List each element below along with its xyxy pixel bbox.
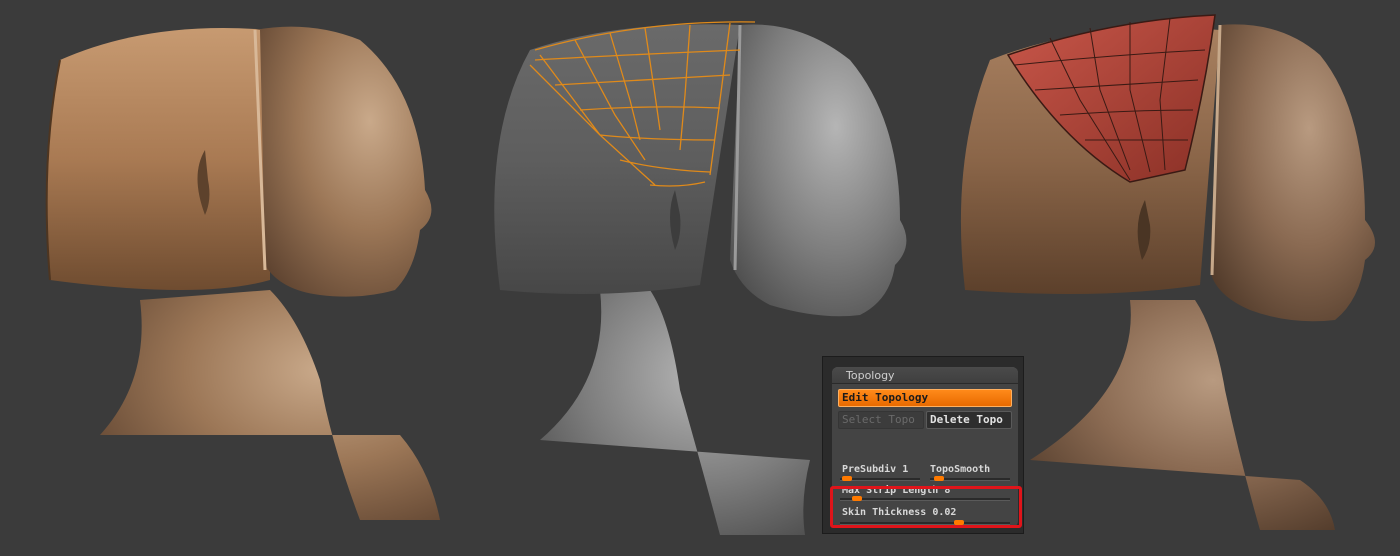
presubdiv-value: 1 bbox=[902, 464, 909, 475]
toposmooth-track[interactable] bbox=[930, 476, 1010, 481]
viewport-canvas: Topology Edit Topology Select Topo Delet… bbox=[0, 0, 1400, 556]
presubdiv-knob[interactable] bbox=[842, 476, 852, 481]
select-topo-button[interactable]: Select Topo bbox=[838, 411, 924, 429]
delete-topo-button[interactable]: Delete Topo bbox=[926, 411, 1012, 429]
head-model-left bbox=[45, 26, 440, 520]
viewport-render bbox=[45, 14, 1375, 535]
skin-thickness-highlight bbox=[830, 486, 1022, 528]
toposmooth-knob[interactable] bbox=[934, 476, 944, 481]
toposmooth-label: TopoSmooth bbox=[930, 464, 991, 475]
presubdiv-label-text: PreSubdiv bbox=[842, 464, 897, 475]
edit-topology-button[interactable]: Edit Topology bbox=[838, 389, 1012, 407]
presubdiv-track[interactable] bbox=[840, 476, 920, 481]
presubdiv-label: PreSubdiv 1 bbox=[842, 464, 908, 475]
topology-title[interactable]: Topology bbox=[832, 367, 1018, 384]
